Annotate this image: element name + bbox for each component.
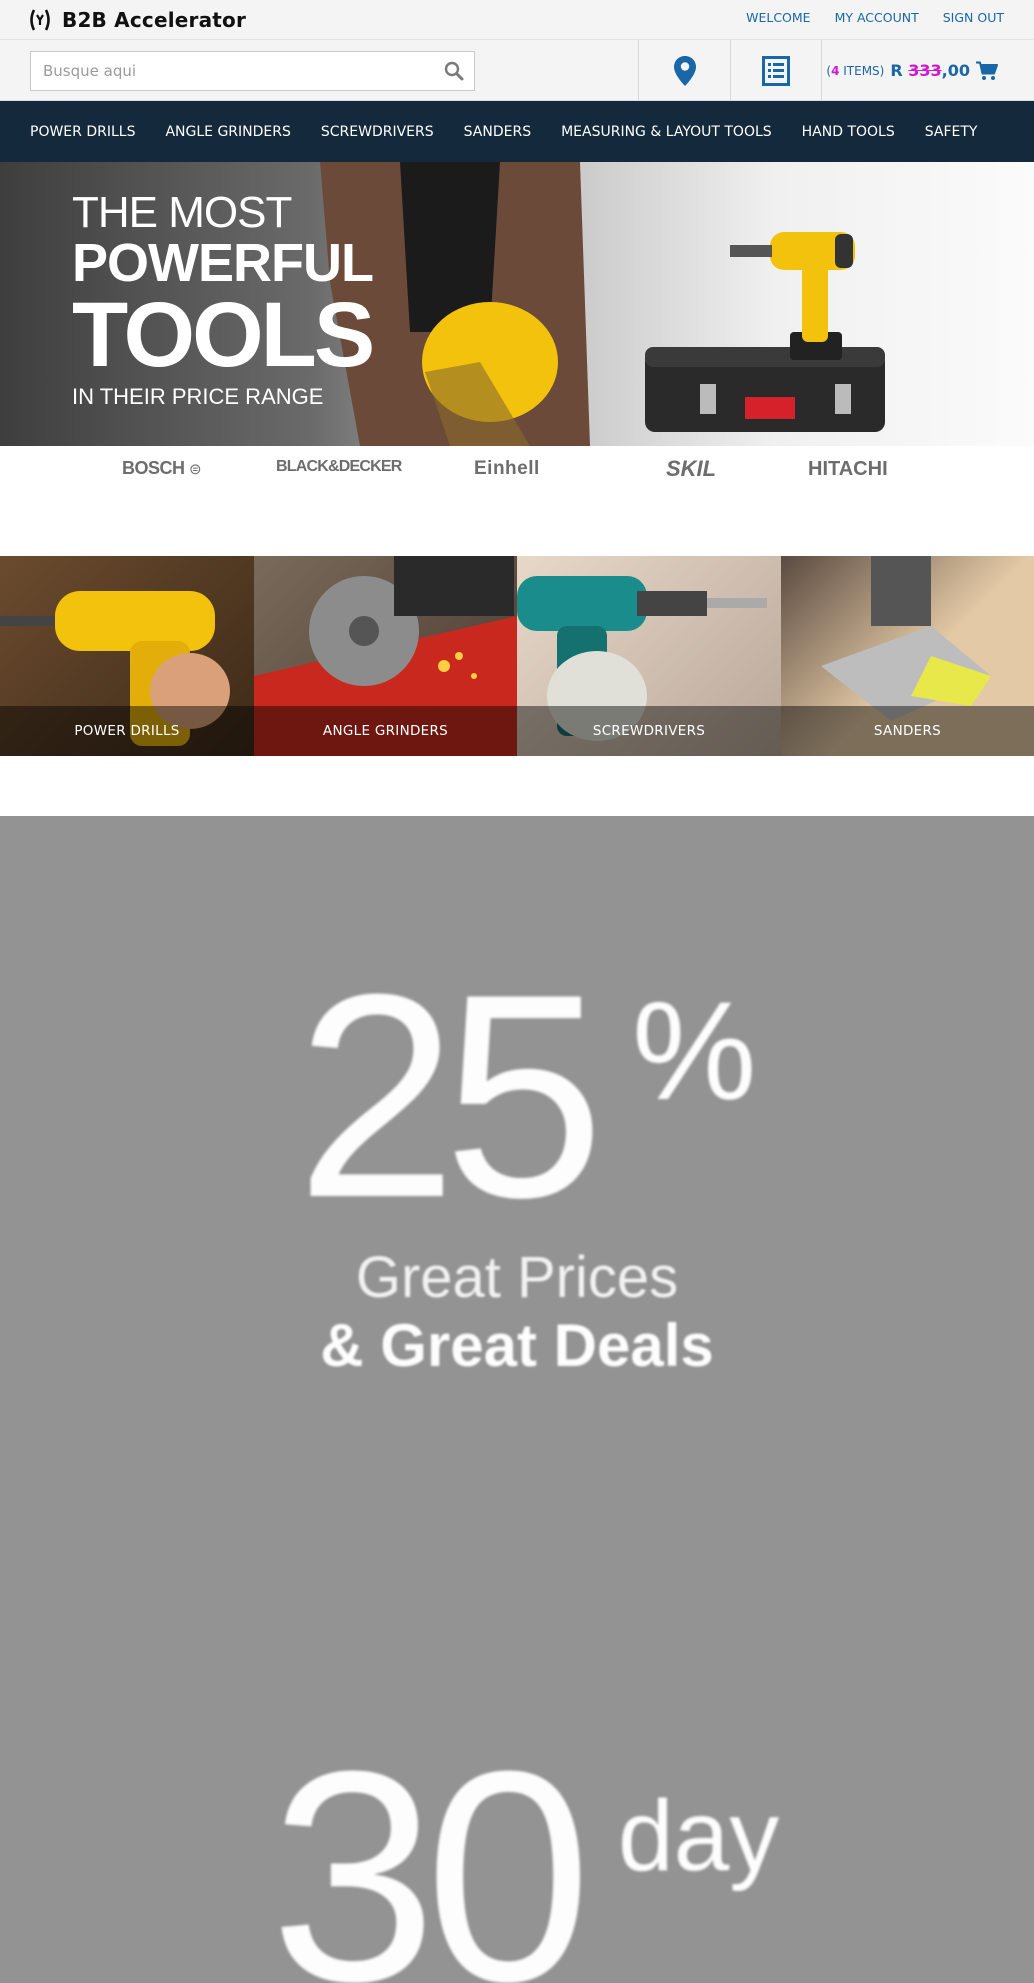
brand-einhell[interactable]: Einhell	[474, 458, 540, 480]
nav-sanders[interactable]: SANDERS	[464, 124, 531, 140]
welcome-link[interactable]: WELCOME	[746, 10, 810, 25]
brand-bosch[interactable]: BOSCH ⊜	[122, 458, 202, 479]
tile-sanders[interactable]: SANDERS	[781, 556, 1034, 756]
nav-power-drills[interactable]: POWER DRILLS	[30, 124, 135, 140]
hero-line-1: THE MOST	[72, 188, 292, 237]
tile-caption-sanders: SANDERS	[781, 706, 1034, 756]
tile-caption-screwdrivers: SCREWDRIVERS	[517, 706, 781, 756]
category-nav: POWER DRILLS ANGLE GRINDERS SCREWDRIVERS…	[0, 101, 1034, 162]
promo-days-label: day	[618, 1780, 780, 1892]
cart-icon	[976, 61, 998, 80]
hero-headline: THE MOST POWERFUL TOOLS IN THEIR PRICE R…	[72, 188, 375, 410]
nav-angle-grinders[interactable]: ANGLE GRINDERS	[165, 124, 290, 140]
order-list-icon	[762, 55, 790, 86]
sign-out-link[interactable]: SIGN OUT	[943, 10, 1004, 25]
brand-skil[interactable]: SKIL	[666, 456, 716, 482]
top-bar: B2B Accelerator WELCOME MY ACCOUNT SIGN …	[0, 0, 1034, 40]
logo-text: B2B Accelerator	[62, 8, 247, 32]
cart-total: R 333,00	[890, 61, 970, 80]
site-logo[interactable]: B2B Accelerator	[28, 6, 246, 34]
search-input[interactable]	[31, 52, 431, 90]
promo-days-number: 30	[270, 1708, 592, 1983]
account-links: WELCOME MY ACCOUNT SIGN OUT	[746, 10, 1004, 25]
promo-banner[interactable]: 25 % Great Prices & Great Deals 30 day	[0, 816, 1034, 1983]
logo-icon	[30, 9, 50, 31]
my-account-link[interactable]: MY ACCOUNT	[835, 10, 919, 25]
tile-screwdrivers[interactable]: SCREWDRIVERS	[517, 556, 781, 756]
drill-case-image	[645, 232, 885, 432]
cart-item-count: (4 ITEMS)	[826, 63, 885, 78]
tile-caption-power-drills: POWER DRILLS	[0, 706, 254, 756]
category-tiles: POWER DRILLS ANGLE GRINDERS SCREWDRIVERS…	[0, 556, 1034, 756]
promo-line-2: & Great Deals	[320, 1312, 714, 1379]
promo-discount-number: 25	[296, 934, 605, 1258]
promo-percent-sign: %	[632, 972, 757, 1129]
tile-power-drills[interactable]: POWER DRILLS	[0, 556, 254, 756]
hero-banner[interactable]: THE MOST POWERFUL TOOLS IN THEIR PRICE R…	[0, 162, 1034, 446]
brand-logos: BOSCH ⊜ BLACK&DECKER Einhell SKIL HITACH…	[0, 446, 1034, 498]
hero-line-2: POWERFUL	[72, 233, 374, 293]
tile-caption-angle-grinders: ANGLE GRINDERS	[254, 706, 517, 756]
store-locator-button[interactable]	[638, 40, 730, 101]
tile-angle-grinders[interactable]: ANGLE GRINDERS	[254, 556, 517, 756]
nav-measuring-layout-tools[interactable]: MEASURING & LAYOUT TOOLS	[561, 124, 772, 140]
search-box	[30, 51, 475, 91]
nav-safety[interactable]: SAFETY	[925, 124, 978, 140]
search-icon[interactable]	[444, 61, 464, 81]
bosch-armature-icon: ⊜	[189, 461, 202, 478]
brand-hitachi[interactable]: HITACHI	[808, 458, 888, 481]
quick-order-button[interactable]	[730, 40, 821, 101]
hero-line-4: IN THEIR PRICE RANGE	[72, 384, 324, 409]
location-pin-icon	[673, 55, 696, 86]
hero-line-3: TOOLS	[72, 284, 375, 386]
mini-cart[interactable]: (4 ITEMS) R 333,00	[821, 40, 1034, 101]
nav-hand-tools[interactable]: HAND TOOLS	[802, 124, 895, 140]
search-row: (4 ITEMS) R 333,00	[0, 40, 1034, 101]
nav-screwdrivers[interactable]: SCREWDRIVERS	[321, 124, 434, 140]
brand-black-decker[interactable]: BLACK&DECKER	[276, 458, 402, 476]
promo-line-1: Great Prices	[355, 1245, 679, 1310]
